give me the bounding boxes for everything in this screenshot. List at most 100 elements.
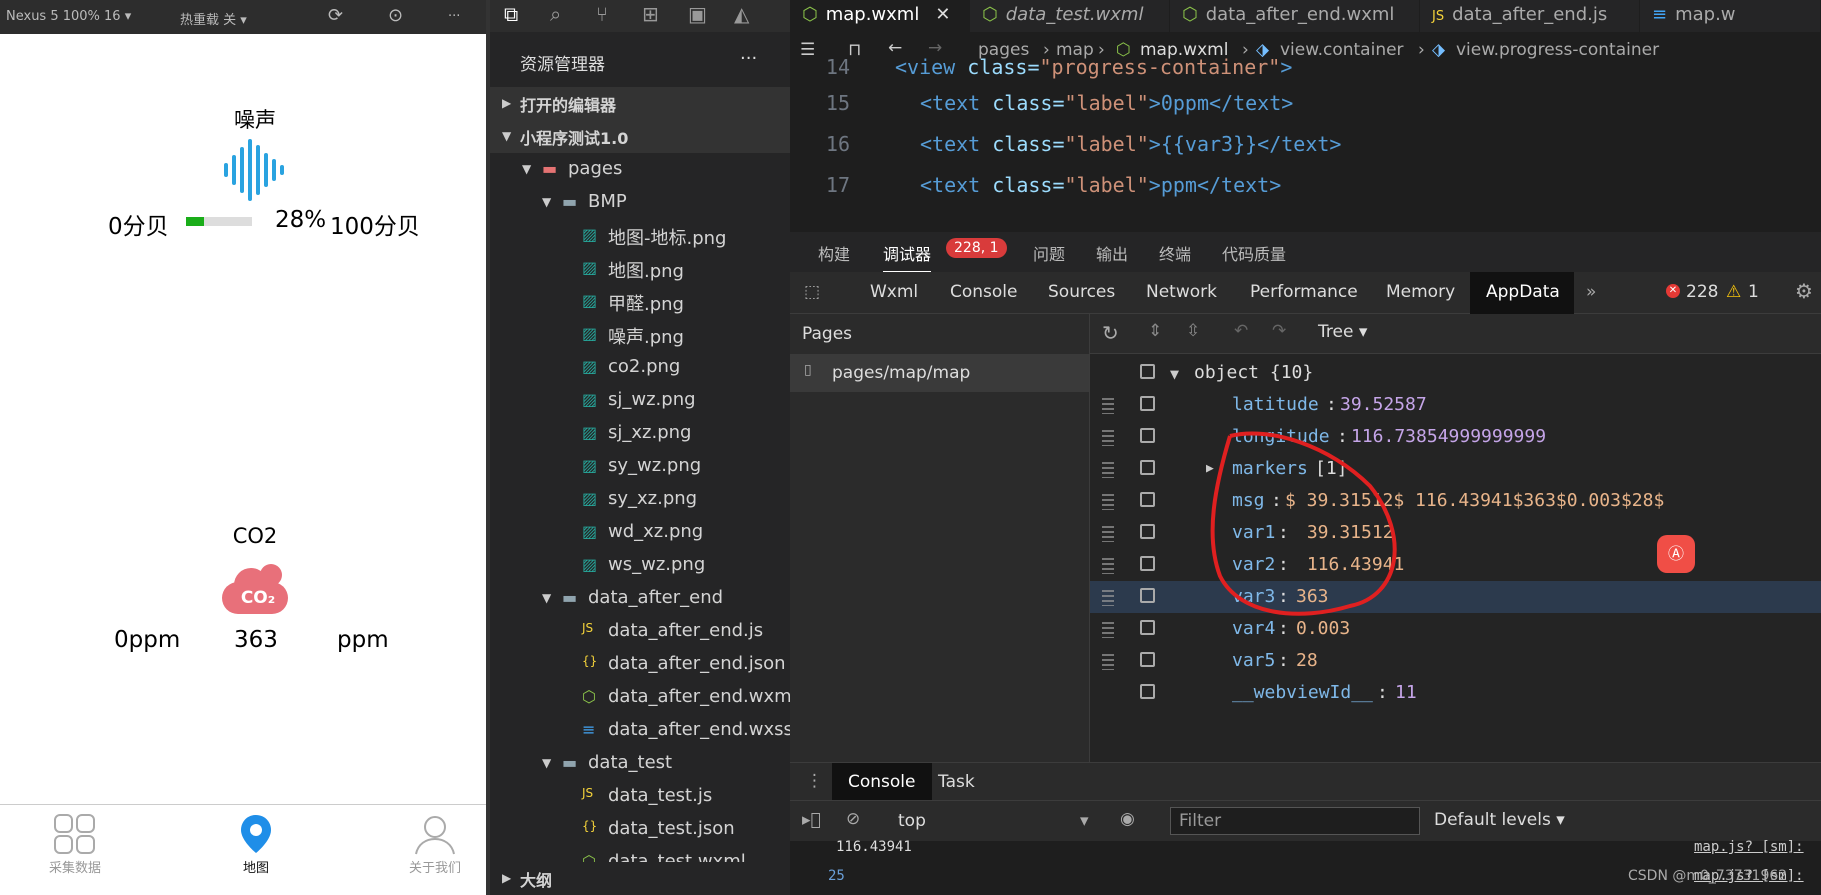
tree-item[interactable]: ▨ sy_wz.png: [490, 450, 790, 483]
activity-icons: ⧉ ⌕ ⑂ ⊞ ▣ ◭: [490, 0, 790, 32]
expand-icon[interactable]: ⇕: [1148, 321, 1162, 341]
context-select[interactable]: top: [898, 811, 926, 831]
tab-data-test-wxml[interactable]: ⬡ data_test.wxml: [970, 0, 1170, 32]
tab-console-drawer[interactable]: Console: [832, 763, 932, 801]
tree-item[interactable]: JS data_test.js: [490, 780, 790, 813]
tab-task[interactable]: Task: [938, 772, 975, 792]
refresh-icon[interactable]: ⟳: [328, 5, 343, 26]
appdata-row[interactable]: latitude:39.52587: [1090, 389, 1821, 421]
tree-item[interactable]: ▨ ws_wz.png: [490, 549, 790, 582]
tree-item[interactable]: ▨ sj_wz.png: [490, 384, 790, 417]
code-editor[interactable]: 14 <view class="progress-container"> 15 <te…: [790, 55, 1821, 229]
extensions-icon[interactable]: ⊞: [642, 2, 659, 26]
menu-icon[interactable]: ⋮: [806, 771, 823, 791]
tab-terminal[interactable]: 终端: [1159, 241, 1191, 265]
settings-icon[interactable]: ⚙: [1795, 279, 1813, 303]
tab-map-wxss[interactable]: ≡ map.w: [1640, 0, 1821, 32]
refresh-icon[interactable]: ↻: [1102, 321, 1119, 345]
appdata-row[interactable]: var5:28: [1090, 645, 1821, 677]
tab-data-after-end-js[interactable]: JS data_after_end.js: [1420, 0, 1640, 32]
storage-icon[interactable]: ▣: [688, 2, 707, 26]
crumb-container[interactable]: view.container: [1280, 40, 1404, 60]
tab-sources[interactable]: Sources: [1048, 282, 1115, 302]
tab-map[interactable]: 地图: [196, 813, 316, 876]
tree-item[interactable]: ▼ ▬ pages: [490, 153, 790, 186]
tree-item[interactable]: {} data_test.json: [490, 813, 790, 846]
tree-item[interactable]: ▨ 噪声.png: [490, 318, 790, 351]
clear-icon[interactable]: ⊘: [846, 809, 860, 829]
redo-icon[interactable]: ↷: [1272, 321, 1286, 341]
tree-item[interactable]: ▨ 地图-地标.png: [490, 219, 790, 252]
tree-item[interactable]: ▨ co2.png: [490, 351, 790, 384]
tree-item[interactable]: ≡ data_after_end.wxss: [490, 714, 793, 747]
crumb-progress[interactable]: view.progress-container: [1456, 40, 1659, 60]
file-icon: {}: [582, 819, 598, 833]
tab-output[interactable]: 输出: [1096, 241, 1128, 265]
tab-appdata[interactable]: AppData: [1470, 272, 1574, 314]
collapse-icon[interactable]: ⇳: [1186, 321, 1200, 341]
tab-build[interactable]: 构建: [818, 241, 850, 265]
levels-select[interactable]: Default levels ▾: [1434, 810, 1565, 830]
tree-item[interactable]: ▨ sy_xz.png: [490, 483, 790, 516]
tree-item[interactable]: ▨ wd_xz.png: [490, 516, 790, 549]
tree-item[interactable]: ▨ 地图.png: [490, 252, 790, 285]
hotreload-toggle[interactable]: 热重载 关 ▾: [180, 9, 247, 28]
undo-icon[interactable]: ↶: [1234, 321, 1248, 341]
tree-item[interactable]: JS data_after_end.js: [490, 615, 790, 648]
device-select[interactable]: Nexus 5 100% 16 ▾: [6, 9, 131, 24]
tab-network[interactable]: Network: [1146, 282, 1217, 302]
tree-item[interactable]: ▼ ▬ data_after_end: [490, 582, 790, 615]
tab-code-quality[interactable]: 代码质量: [1222, 241, 1286, 265]
tree-item-label: wd_xz.png: [608, 521, 704, 542]
tree-item[interactable]: ▨ sj_xz.png: [490, 417, 790, 450]
tree-item-label: pages: [568, 158, 623, 179]
tab-wxml[interactable]: Wxml: [870, 282, 918, 302]
co2-unit: ppm: [337, 627, 389, 653]
project-section[interactable]: ▼ 小程序测试1.0: [490, 120, 790, 153]
tab-data-after-end-wxml[interactable]: ⬡ data_after_end.wxml: [1170, 0, 1420, 32]
tab-about[interactable]: 关于我们: [375, 813, 495, 876]
tab-collect[interactable]: 采集数据: [15, 813, 135, 876]
pages-title: Pages: [802, 324, 853, 344]
appdata-row[interactable]: __webviewId__:11: [1090, 677, 1821, 709]
more-icon[interactable]: ···: [448, 9, 460, 24]
file-icon: ▨: [582, 324, 598, 343]
tree-item[interactable]: {} data_after_end.json: [490, 648, 790, 681]
tree-mode-select[interactable]: Tree ▾: [1318, 322, 1367, 342]
docker-icon[interactable]: ◭: [734, 2, 749, 26]
filter-input[interactable]: Filter: [1170, 807, 1420, 835]
more-tabs-icon[interactable]: »: [1586, 282, 1596, 302]
tree-root[interactable]: ▼ object {10}: [1090, 357, 1821, 389]
file-icon: ⬡: [582, 687, 596, 706]
sidebar-toggle-icon[interactable]: ▸⃞: [802, 810, 821, 830]
tab-map-wxml[interactable]: ⬡ map.wxml ✕: [790, 0, 970, 32]
search-icon[interactable]: ⌕: [550, 2, 561, 26]
ai-assistant-icon[interactable]: Ⓐ: [1657, 535, 1695, 573]
outline-section[interactable]: ▶ 大纲: [490, 862, 790, 895]
simulator: Nexus 5 100% 16 ▾ 热重载 关 ▾ ⟳ ⊙ ··· 噪声 0分贝…: [0, 0, 486, 895]
tree-item[interactable]: ▨ 甲醛.png: [490, 285, 790, 318]
files-icon[interactable]: ⧉: [504, 2, 518, 26]
console-output: 116.43941 map.js? [sm]: 25 map.js? [sm]:…: [790, 839, 1821, 895]
tree-item[interactable]: ▼ ▬ data_test: [490, 747, 790, 780]
tab-performance[interactable]: Performance: [1250, 282, 1358, 302]
console-src-1[interactable]: map.js? [sm]:: [1694, 839, 1804, 855]
tree-item-label: 地图.png: [608, 261, 684, 282]
inspect-icon[interactable]: ⬚: [804, 282, 820, 302]
tree-item-label: 地图-地标.png: [608, 228, 727, 249]
page-item[interactable]: ▯ pages/map/map: [790, 354, 1089, 392]
tab-memory[interactable]: Memory: [1386, 282, 1455, 302]
tab-debugger[interactable]: 调试器: [883, 241, 932, 273]
tab-console[interactable]: Console: [950, 282, 1018, 302]
noise-progress-label: 28%: [275, 207, 327, 233]
git-icon[interactable]: ⑂: [596, 2, 608, 26]
open-editors-section[interactable]: ▶ 打开的编辑器: [490, 87, 790, 120]
eye-icon[interactable]: ◉: [1120, 809, 1135, 829]
tab-problems[interactable]: 问题: [1033, 241, 1065, 265]
stop-icon[interactable]: ⊙: [388, 5, 403, 26]
tree-item-label: sj_xz.png: [608, 422, 692, 443]
tree-item[interactable]: ⬡ data_after_end.wxml: [490, 681, 797, 714]
tree-item[interactable]: ▼ ▬ BMP: [490, 186, 790, 219]
tree-item-label: 甲醛.png: [608, 294, 684, 315]
explorer-menu-icon[interactable]: ···: [740, 48, 757, 69]
